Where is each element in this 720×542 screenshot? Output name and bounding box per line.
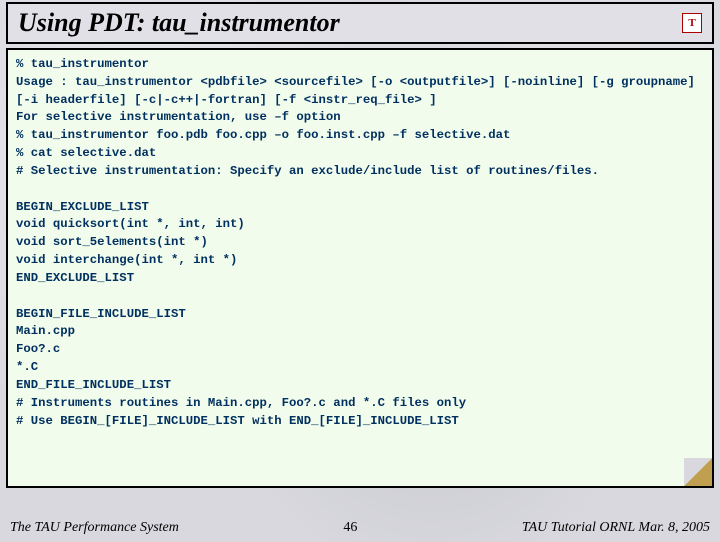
- code-line: END_FILE_INCLUDE_LIST: [16, 378, 171, 392]
- code-line: void quicksort(int *, int, int): [16, 217, 245, 231]
- footer-left: The TAU Performance System: [10, 520, 179, 536]
- code-line: BEGIN_EXCLUDE_LIST: [16, 200, 149, 214]
- code-line: void sort_5elements(int *): [16, 235, 208, 249]
- page-fold-icon: [684, 458, 712, 486]
- code-line: Usage : tau_instrumentor <pdbfile> <sour…: [16, 75, 702, 107]
- code-line: # Use BEGIN_[FILE]_INCLUDE_LIST with END…: [16, 414, 459, 428]
- code-line: % tau_instrumentor: [16, 57, 149, 71]
- code-line: # Selective instrumentation: Specify an …: [16, 164, 599, 178]
- footer: The TAU Performance System 46 TAU Tutori…: [0, 520, 720, 536]
- tau-logo-icon: T: [682, 13, 702, 33]
- code-line: void interchange(int *, int *): [16, 253, 237, 267]
- code-line: *.C: [16, 360, 38, 374]
- slide-title: Using PDT: tau_instrumentor: [18, 8, 340, 38]
- title-bar: Using PDT: tau_instrumentor T: [6, 2, 714, 44]
- footer-right: TAU Tutorial ORNL Mar. 8, 2005: [522, 520, 710, 536]
- code-line: % cat selective.dat: [16, 146, 156, 160]
- page-number: 46: [343, 520, 357, 536]
- code-line: Main.cpp: [16, 324, 75, 338]
- code-line: Foo?.c: [16, 342, 60, 356]
- code-line: % tau_instrumentor foo.pdb foo.cpp –o fo…: [16, 128, 510, 142]
- code-line: # Instruments routines in Main.cpp, Foo?…: [16, 396, 466, 410]
- code-line: END_EXCLUDE_LIST: [16, 271, 134, 285]
- code-line: BEGIN_FILE_INCLUDE_LIST: [16, 307, 186, 321]
- code-block: % tau_instrumentor Usage : tau_instrumen…: [6, 48, 714, 488]
- code-line: For selective instrumentation, use –f op…: [16, 110, 341, 124]
